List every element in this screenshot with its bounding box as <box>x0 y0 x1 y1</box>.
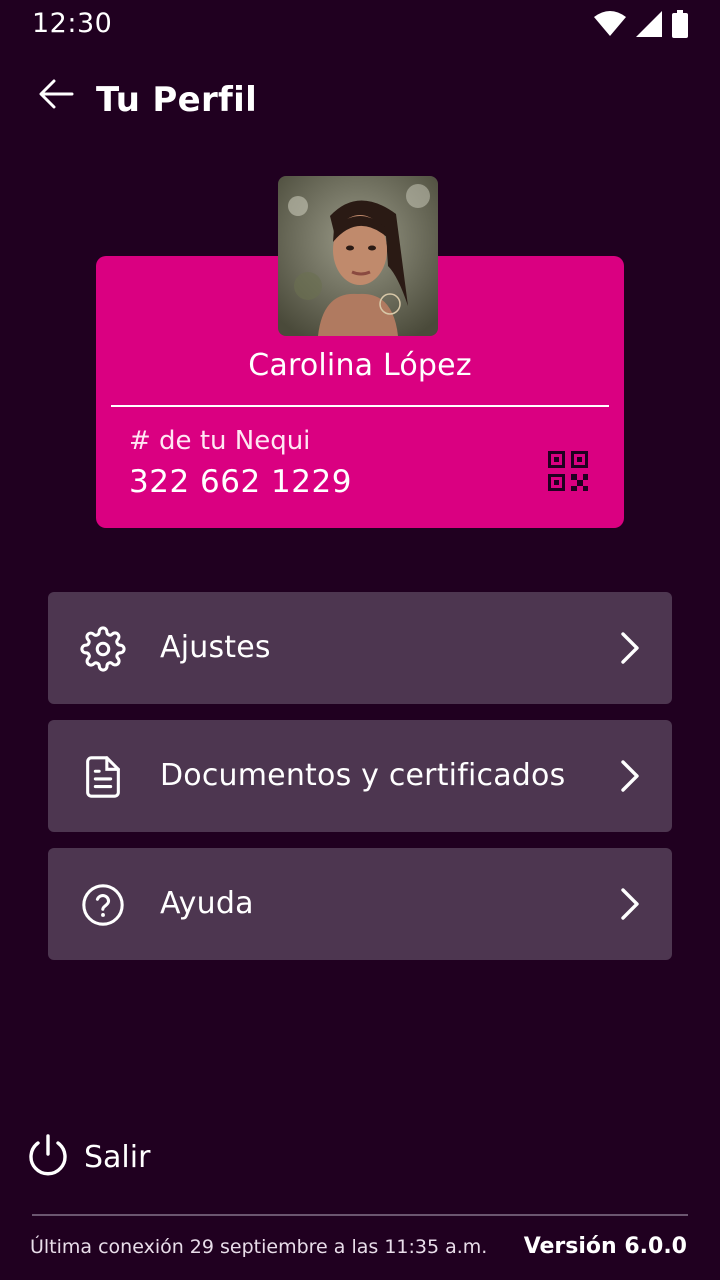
menu-item-label: Ajustes <box>160 630 271 665</box>
qr-code-icon <box>548 451 588 495</box>
status-icons <box>594 10 688 38</box>
battery-icon <box>672 10 688 38</box>
menu-item-label: Documentos y certificados <box>160 758 566 793</box>
gear-icon <box>80 626 126 672</box>
chevron-right-icon <box>616 758 644 794</box>
nequi-number: 322 662 1229 <box>129 464 352 500</box>
chevron-right-icon <box>616 630 644 666</box>
avatar[interactable] <box>278 176 438 336</box>
version-text: Versión 6.0.0 <box>523 1234 687 1259</box>
logout-label: Salir <box>84 1139 151 1175</box>
menu-item-ajustes[interactable]: Ajustes <box>48 592 672 704</box>
status-bar: 12:30 <box>0 0 720 48</box>
logout-button[interactable]: Salir <box>26 1133 150 1181</box>
menu-item-ayuda[interactable]: Ayuda <box>48 848 672 960</box>
footer-divider <box>32 1214 688 1216</box>
wifi-icon <box>594 11 626 37</box>
document-icon <box>80 754 126 800</box>
back-button[interactable] <box>32 76 80 116</box>
card-divider <box>111 405 609 407</box>
chevron-right-icon <box>616 886 644 922</box>
arrow-left-icon <box>38 79 74 113</box>
menu-item-documentos[interactable]: Documentos y certificados <box>48 720 672 832</box>
menu-item-label: Ayuda <box>160 886 254 921</box>
cellular-signal-icon <box>636 11 662 37</box>
profile-name: Carolina López <box>248 348 472 383</box>
last-connection-text: Última conexión 29 septiembre a las 11:3… <box>30 1236 488 1258</box>
profile-screen: 12:30 Tu Perfil Carolina López # de tu N… <box>0 0 720 1280</box>
qr-code-button[interactable] <box>546 451 590 495</box>
power-icon <box>26 1133 70 1181</box>
status-time: 12:30 <box>32 8 113 39</box>
page-title: Tu Perfil <box>96 80 258 120</box>
help-circle-icon <box>80 882 126 928</box>
nequi-number-label: # de tu Nequi <box>129 426 311 456</box>
